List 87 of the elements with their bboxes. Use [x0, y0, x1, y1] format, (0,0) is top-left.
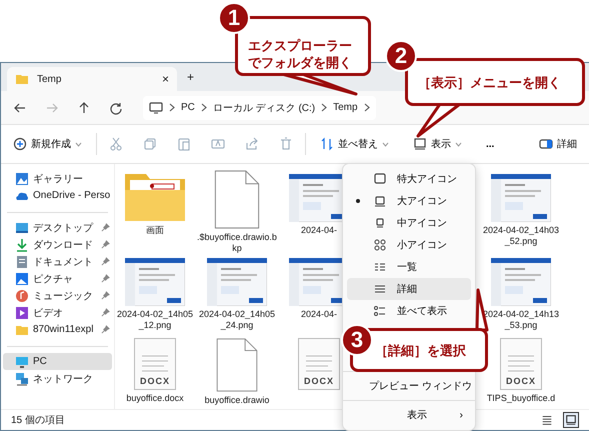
copy-icon[interactable]: [143, 137, 157, 151]
list-icon: [541, 414, 553, 426]
breadcrumb-item[interactable]: ローカル ディスク (C:): [212, 100, 316, 114]
up-icon[interactable]: [77, 100, 91, 114]
cut-icon[interactable]: [109, 137, 123, 151]
sidebar-item[interactable]: 870win11expl: [3, 321, 112, 338]
breadcrumb-item[interactable]: Temp: [333, 102, 358, 113]
document-icon: [15, 254, 29, 268]
menu-item[interactable]: 小アイコン: [347, 234, 471, 256]
new-tab-button[interactable]: +: [187, 70, 194, 84]
chevron-icon: [364, 103, 370, 112]
file-name[interactable]: 2024-04-02_14h03_52.png: [481, 225, 561, 247]
menu-item[interactable]: プレビュー ウィンドウ: [347, 375, 471, 397]
trash-icon[interactable]: [279, 137, 293, 151]
document-icon[interactable]: DOCX: [134, 338, 176, 390]
chevron-icon: [321, 103, 328, 112]
sidebar-item[interactable]: ネットワーク: [3, 370, 112, 387]
document-icon[interactable]: DOCX: [298, 338, 340, 390]
caret-icon: [455, 142, 462, 146]
chevron-icon: ›: [460, 410, 463, 420]
computer-icon: [15, 354, 29, 368]
chevron-icon: [200, 103, 207, 112]
folder-icon: [15, 72, 29, 86]
refresh-icon[interactable]: [109, 100, 123, 114]
file-name[interactable]: 2024-04-02_14h05_24.png: [197, 309, 277, 331]
caret-icon: [75, 142, 82, 146]
download-icon: [15, 238, 29, 252]
back-icon[interactable]: [13, 100, 27, 114]
paste-icon[interactable]: [177, 137, 191, 151]
menu-item[interactable]: 詳細: [347, 278, 471, 300]
view-button[interactable]: 表示: [411, 134, 464, 154]
large-icons-view-button[interactable]: [563, 412, 579, 428]
desktop-icon: [15, 220, 29, 234]
more-button[interactable]: ...: [484, 136, 496, 152]
sidebar-item[interactable]: ピクチャ: [3, 270, 112, 287]
forward-icon[interactable]: [45, 100, 59, 114]
file-name[interactable]: buyoffice.drawio: [197, 395, 277, 406]
rename-icon[interactable]: [211, 137, 225, 151]
document-icon[interactable]: DOCX: [500, 338, 542, 390]
sidebar-item[interactable]: OneDrive - Perso: [3, 187, 112, 204]
monitor-icon: [373, 194, 387, 208]
file-name[interactable]: TIPS_buyoffice.d: [481, 393, 561, 404]
tiles-icon: [373, 304, 387, 318]
item-count: 15 個の項目: [11, 414, 65, 427]
grid-icon: [373, 238, 387, 252]
sidebar-item[interactable]: ビデオ: [3, 304, 112, 321]
menu-item[interactable]: 一覧: [347, 256, 471, 278]
menu-item[interactable]: 並べて表示: [347, 300, 471, 322]
menu-item[interactable]: 大アイコン: [347, 190, 471, 212]
music-icon: [15, 288, 29, 302]
new-button[interactable]: 新規作成: [11, 134, 84, 154]
monitor-icon: [413, 137, 427, 151]
details-button[interactable]: 詳細: [537, 134, 579, 154]
sidebar-item[interactable]: ドキュメント: [3, 253, 112, 270]
sort-button[interactable]: 並べ替え: [318, 134, 391, 154]
sidebar-item[interactable]: ギャラリー: [3, 170, 112, 187]
menu-item[interactable]: 特大アイコン: [347, 168, 471, 190]
file-icon[interactable]: [214, 338, 260, 392]
file-name[interactable]: .$buyoffice.drawio.bkp: [197, 232, 277, 254]
file-name[interactable]: 画面: [115, 225, 195, 236]
details-pane-icon: [539, 137, 553, 151]
sidebar-item[interactable]: PC: [3, 353, 112, 370]
monitor-icon: [373, 172, 387, 186]
sidebar-item[interactable]: ミュージック: [3, 287, 112, 304]
caret-icon: [382, 142, 389, 146]
monitor-icon: [565, 414, 577, 426]
picture-icon: [15, 272, 29, 286]
picture-icon: [15, 172, 29, 186]
file-name[interactable]: buyoffice.docx: [115, 393, 195, 404]
menu-item[interactable]: 表示 ›: [347, 404, 471, 426]
file-icon[interactable]: [214, 170, 260, 229]
file-name[interactable]: 2024-04-02_14h05_12.png: [115, 309, 195, 331]
step-number: 2: [385, 40, 417, 72]
folder-tab[interactable]: Temp ×: [7, 67, 177, 91]
sidebar-item[interactable]: ダウンロード: [3, 236, 112, 253]
video-icon: [15, 306, 29, 320]
computer-icon: [149, 100, 163, 114]
chevron-icon: [169, 103, 175, 112]
network-icon: [15, 372, 29, 386]
tab-title: Temp: [37, 74, 62, 84]
sidebar-item[interactable]: デスクトップ: [3, 219, 112, 236]
sort-icon: [320, 137, 334, 151]
plus-circle-icon: [13, 137, 27, 151]
share-icon[interactable]: [245, 137, 259, 151]
close-button[interactable]: ×: [162, 72, 169, 86]
breadcrumb-item[interactable]: PC: [181, 102, 195, 113]
menu-item[interactable]: 中アイコン: [347, 212, 471, 234]
